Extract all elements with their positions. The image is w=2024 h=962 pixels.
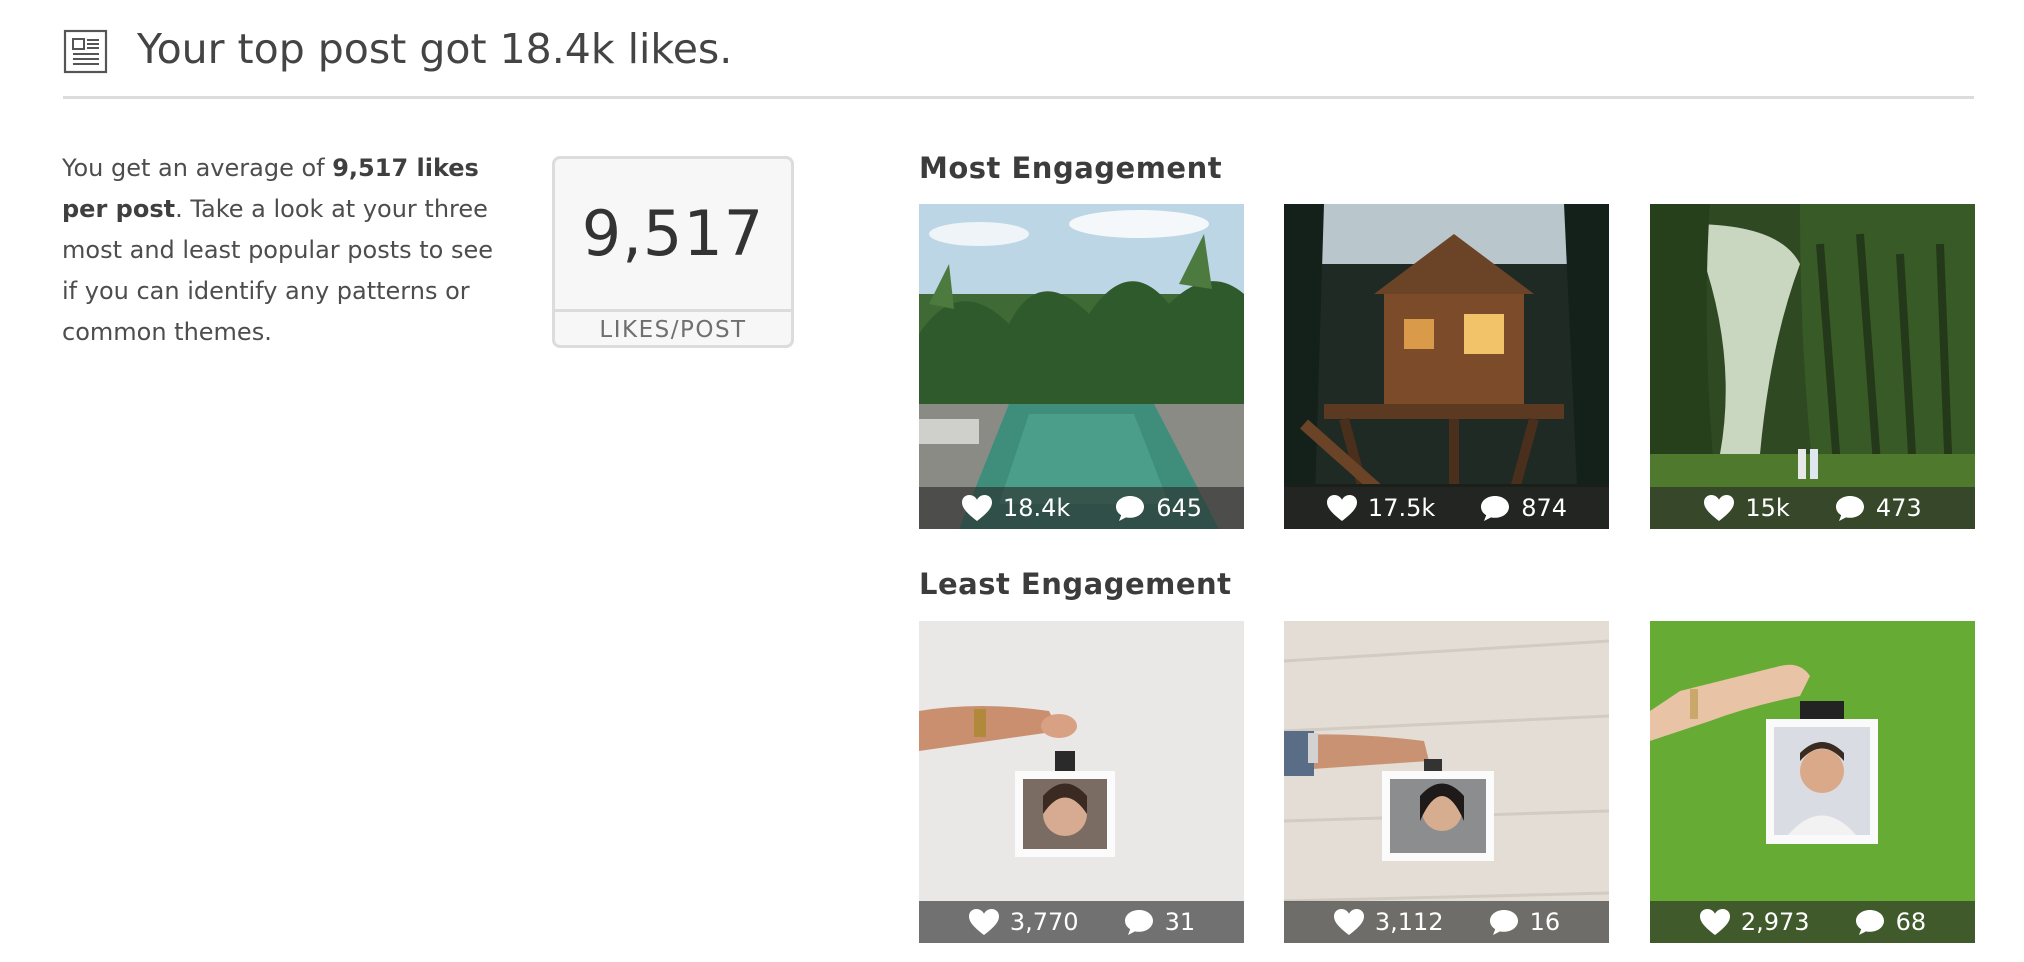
heart-icon xyxy=(1699,908,1731,936)
comment-bubble-icon xyxy=(1488,908,1520,936)
heart-icon xyxy=(1333,908,1365,936)
likes-metric: 18.4k xyxy=(961,494,1070,522)
post-stats-bar: 18.4k 645 xyxy=(919,487,1244,529)
post-image xyxy=(1284,204,1609,529)
likes-metric: 17.5k xyxy=(1326,494,1435,522)
stat-divider xyxy=(555,309,791,312)
heart-icon xyxy=(1326,494,1358,522)
comment-bubble-icon xyxy=(1834,494,1866,522)
comments-count: 31 xyxy=(1164,908,1196,936)
post-image xyxy=(1650,204,1975,529)
page-header: Your top post got 18.4k likes. xyxy=(63,0,1974,99)
likes-count: 17.5k xyxy=(1367,494,1436,522)
most-engagement-post-3[interactable]: 15k 473 xyxy=(1650,204,1975,529)
most-engagement-post-2[interactable]: 17.5k 874 xyxy=(1284,204,1609,529)
comment-bubble-icon xyxy=(1114,494,1146,522)
summary-prefix: You get an average of xyxy=(62,154,333,182)
average-likes-card: 9,517 LIKES/POST xyxy=(552,156,794,348)
post-image xyxy=(919,621,1244,943)
likes-count: 18.4k xyxy=(1002,494,1071,522)
comments-count: 874 xyxy=(1521,494,1568,522)
likes-count: 2,973 xyxy=(1740,908,1810,936)
comments-metric: 473 xyxy=(1834,494,1922,522)
heart-icon xyxy=(968,908,1000,936)
post-image xyxy=(919,204,1244,529)
likes-metric: 3,112 xyxy=(1333,908,1444,936)
comments-metric: 645 xyxy=(1114,494,1202,522)
most-engagement-post-1[interactable]: 18.4k 645 xyxy=(919,204,1244,529)
newspaper-icon xyxy=(63,29,108,74)
average-likes-label: LIKES/POST xyxy=(599,317,747,343)
post-stats-bar: 3,112 16 xyxy=(1284,901,1609,943)
page-title: Your top post got 18.4k likes. xyxy=(137,25,733,73)
likes-metric: 15k xyxy=(1703,494,1790,522)
likes-metric: 3,770 xyxy=(968,908,1079,936)
comments-metric: 31 xyxy=(1123,908,1196,936)
comment-bubble-icon xyxy=(1479,494,1511,522)
most-engagement-title: Most Engagement xyxy=(919,151,1223,185)
likes-count: 3,770 xyxy=(1009,908,1079,936)
average-likes-value: 9,517 xyxy=(581,197,765,270)
likes-count: 15k xyxy=(1745,494,1790,522)
comment-bubble-icon xyxy=(1854,908,1886,936)
post-image xyxy=(1650,621,1975,943)
comments-count: 16 xyxy=(1529,908,1561,936)
least-engagement-post-2[interactable]: 3,112 16 xyxy=(1284,621,1609,943)
least-engagement-post-3[interactable]: 2,973 68 xyxy=(1650,621,1975,943)
comment-bubble-icon xyxy=(1123,908,1155,936)
comments-metric: 16 xyxy=(1488,908,1561,936)
post-image xyxy=(1284,621,1609,943)
comments-count: 68 xyxy=(1895,908,1927,936)
comments-count: 473 xyxy=(1875,494,1922,522)
post-stats-bar: 15k 473 xyxy=(1650,487,1975,529)
comments-metric: 68 xyxy=(1854,908,1927,936)
post-stats-bar: 3,770 31 xyxy=(919,901,1244,943)
post-stats-bar: 2,973 68 xyxy=(1650,901,1975,943)
summary-text: You get an average of 9,517 likes per po… xyxy=(62,148,502,353)
likes-count: 3,112 xyxy=(1374,908,1444,936)
likes-metric: 2,973 xyxy=(1699,908,1810,936)
least-engagement-title: Least Engagement xyxy=(919,567,1232,601)
comments-metric: 874 xyxy=(1479,494,1567,522)
post-stats-bar: 17.5k 874 xyxy=(1284,487,1609,529)
comments-count: 645 xyxy=(1156,494,1203,522)
heart-icon xyxy=(961,494,993,522)
heart-icon xyxy=(1703,494,1735,522)
least-engagement-post-1[interactable]: 3,770 31 xyxy=(919,621,1244,943)
